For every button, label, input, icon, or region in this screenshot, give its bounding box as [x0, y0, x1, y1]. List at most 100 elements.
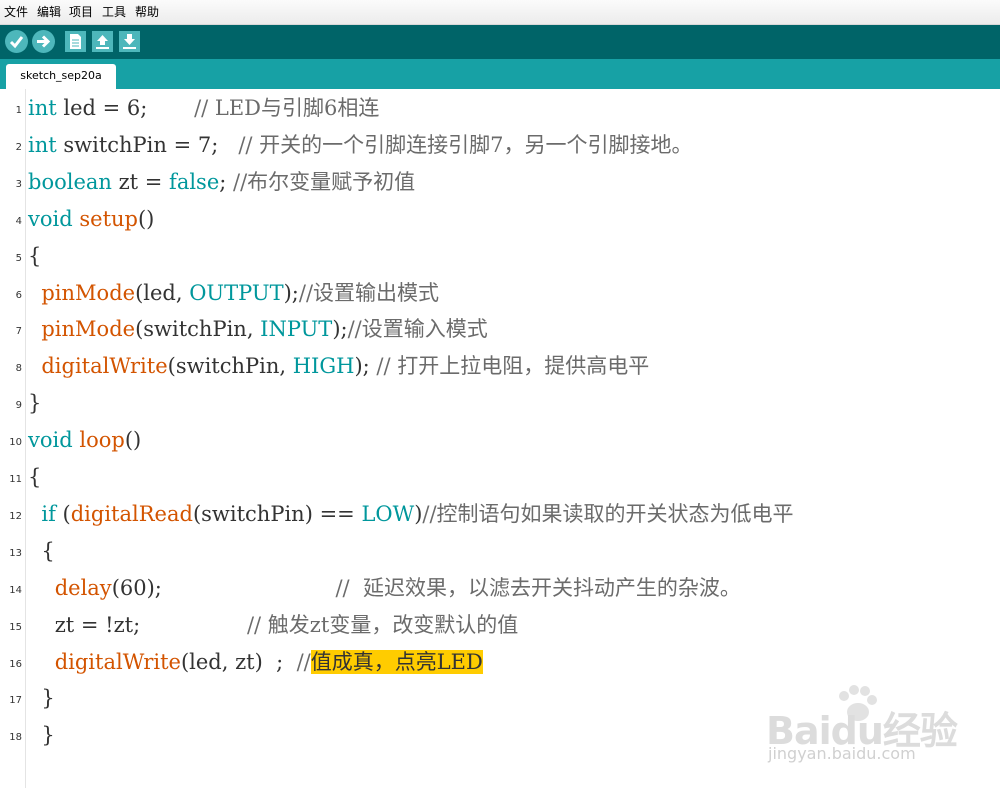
code-token: //布尔变量赋予初值	[233, 169, 416, 194]
code-token: boolean	[28, 169, 112, 194]
code-token: digitalWrite	[41, 354, 168, 379]
code-token: digitalWrite	[54, 649, 181, 674]
line-number: 9	[15, 400, 22, 412]
code-token: );	[283, 280, 299, 305]
new-button[interactable]	[65, 31, 86, 52]
code-token: {	[28, 243, 42, 268]
line-number: 16	[9, 658, 22, 670]
new-file-icon	[70, 34, 81, 49]
code-token: digitalRead	[70, 501, 193, 526]
line-number: 4	[15, 215, 22, 227]
gutter-divider	[25, 89, 26, 788]
code-line: delay(60); // 延迟效果，以滤去开关抖动产生的杂波。	[28, 575, 741, 601]
code-token: // 打开上拉电阻，提供高电平	[376, 354, 650, 379]
upload-button[interactable]	[32, 30, 55, 53]
line-number: 8	[15, 363, 22, 375]
code-line: {	[28, 464, 41, 490]
line-number: 1	[15, 105, 22, 116]
code-line: pinMode(led, OUTPUT);//设置输出模式	[28, 280, 439, 306]
menu-item-4[interactable]: 帮助	[135, 5, 159, 19]
tab-bar: sketch_sep20a	[0, 59, 1000, 89]
code-line: void setup()	[28, 206, 154, 232]
code-line: zt = !zt; // 触发zt变量，改变默认的值	[28, 612, 519, 638]
code-token: LOW	[361, 501, 415, 526]
code-line: }	[28, 722, 55, 748]
code-token: int	[28, 132, 57, 157]
code-token: led = 6;	[56, 96, 195, 120]
arrow-down-icon	[123, 34, 136, 49]
arrow-up-icon	[96, 35, 109, 49]
code-token: (switchPin,	[135, 317, 261, 342]
line-number: 17	[9, 695, 22, 707]
line-number: 2	[15, 141, 22, 153]
code-token: ()	[137, 206, 155, 231]
code-token: pinMode	[41, 280, 136, 305]
code-token: OUTPUT	[189, 280, 284, 305]
code-token: 值成真，点亮LED	[310, 649, 483, 674]
code-token: HIGH	[292, 354, 355, 379]
line-number: 7	[15, 326, 22, 338]
open-button[interactable]	[92, 31, 113, 52]
code-token: delay	[54, 575, 112, 600]
code-token: }	[28, 391, 42, 416]
code-token: //设置输出模式	[298, 280, 440, 305]
code-token: // 开关的一个引脚连接引脚7，另一个引脚接地。	[238, 132, 693, 157]
tab-sketch[interactable]: sketch_sep20a	[6, 64, 116, 89]
code-token: zt = !zt;	[28, 612, 247, 637]
code-token: switchPin = 7;	[56, 132, 239, 157]
code-line: boolean zt = false; //布尔变量赋予初值	[28, 169, 415, 195]
code-token: );	[354, 354, 377, 379]
code-token: // 延迟效果，以滤去开关抖动产生的杂波。	[335, 575, 741, 600]
save-button[interactable]	[119, 31, 140, 52]
line-number: 3	[15, 178, 22, 190]
code-line: int switchPin = 7; // 开关的一个引脚连接引脚7，另一个引脚…	[28, 132, 693, 158]
code-token: (60);	[111, 575, 336, 600]
code-token: (led, zt) ;	[180, 649, 297, 674]
code-token: }	[28, 686, 55, 711]
menu-bar: 文件 编辑 项目 工具 帮助	[0, 0, 1000, 25]
code-token: loop	[79, 428, 125, 453]
menu-item-0[interactable]: 文件	[4, 5, 28, 19]
code-line: pinMode(switchPin, INPUT);//设置输入模式	[28, 316, 488, 342]
code-token: //	[296, 649, 311, 674]
menu-item-1[interactable]: 编辑	[37, 5, 61, 19]
code-token: (	[55, 501, 71, 526]
menu-item-3[interactable]: 工具	[102, 5, 126, 19]
code-line: if (digitalRead(switchPin) == LOW)//控制语句…	[28, 501, 794, 527]
line-number: 14	[9, 584, 22, 596]
line-number: 15	[9, 621, 22, 633]
verify-button[interactable]	[5, 30, 28, 53]
code-token: (switchPin) ==	[192, 501, 362, 526]
line-number: 13	[9, 547, 22, 559]
toolbar	[0, 25, 1000, 59]
code-token: INPUT	[260, 317, 333, 342]
code-token: false	[169, 169, 220, 194]
code-token: void	[28, 206, 73, 231]
code-token: // LED与引脚6相连	[194, 96, 380, 120]
code-token: {	[28, 538, 55, 563]
code-line: digitalWrite(switchPin, HIGH); // 打开上拉电阻…	[28, 353, 649, 379]
line-number: 6	[15, 289, 22, 301]
code-token: //控制语句如果读取的开关状态为低电平	[422, 501, 794, 526]
code-token: setup	[79, 206, 138, 231]
code-token: int	[28, 96, 57, 120]
code-editor[interactable]: 1 int led = 6; // LED与引脚6相连 2 int switchPin…	[0, 89, 1000, 788]
arrow-right-icon	[37, 35, 51, 48]
code-token: pinMode	[41, 317, 136, 342]
line-number: 5	[15, 252, 22, 264]
line-number: 10	[9, 437, 22, 449]
line-number: 12	[9, 510, 22, 522]
menu-item-2[interactable]: 项目	[69, 5, 93, 19]
code-line: {	[28, 538, 55, 564]
code-token: (switchPin,	[167, 354, 293, 379]
code-token: ;	[219, 169, 234, 194]
code-token: zt =	[111, 169, 170, 194]
code-token: //设置输入模式	[347, 317, 488, 342]
code-token: }	[28, 723, 55, 748]
line-number: 11	[9, 474, 22, 485]
